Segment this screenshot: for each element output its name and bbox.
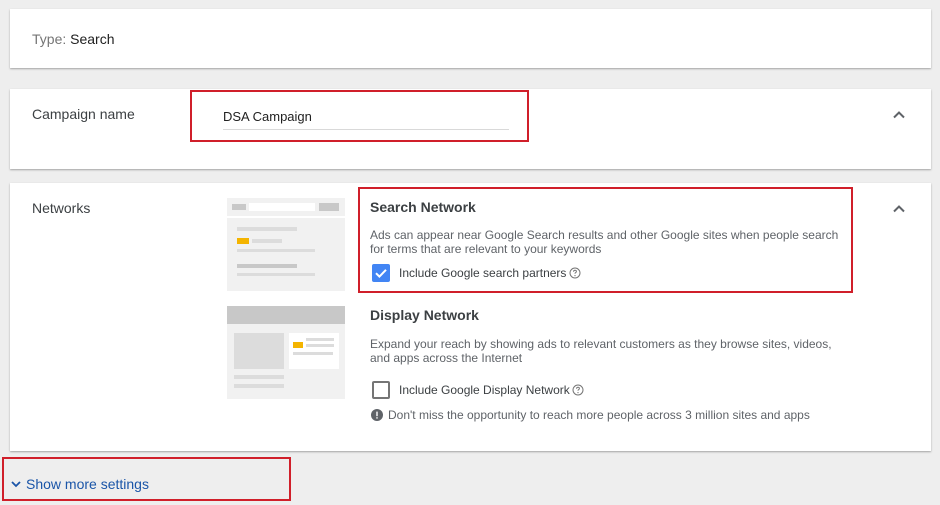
campaign-name-label: Campaign name [32, 106, 135, 122]
type-label: Type: [32, 31, 67, 47]
info-icon [371, 409, 383, 421]
campaign-type: Type: Search [32, 31, 115, 47]
show-more-highlight [2, 457, 291, 501]
type-value: Search [70, 31, 115, 47]
collapse-networks-chevron-up-icon[interactable] [891, 201, 907, 217]
display-network-title: Display Network [370, 307, 479, 323]
networks-label: Networks [32, 200, 91, 216]
collapse-campaign-name-chevron-up-icon[interactable] [891, 107, 907, 123]
search-network-highlight [358, 187, 853, 293]
search-network-illustration [227, 198, 345, 291]
display-network-description: Expand your reach by showing ads to rele… [370, 337, 832, 365]
display-network-illustration [227, 306, 345, 399]
campaign-name-highlight [190, 90, 529, 142]
help-icon[interactable] [572, 384, 584, 396]
display-network-label: Include Google Display Network [399, 383, 570, 397]
display-network-warning: Don't miss the opportunity to reach more… [388, 408, 810, 422]
type-card: Type: Search [10, 9, 931, 68]
display-network-checkbox[interactable] [372, 381, 390, 399]
